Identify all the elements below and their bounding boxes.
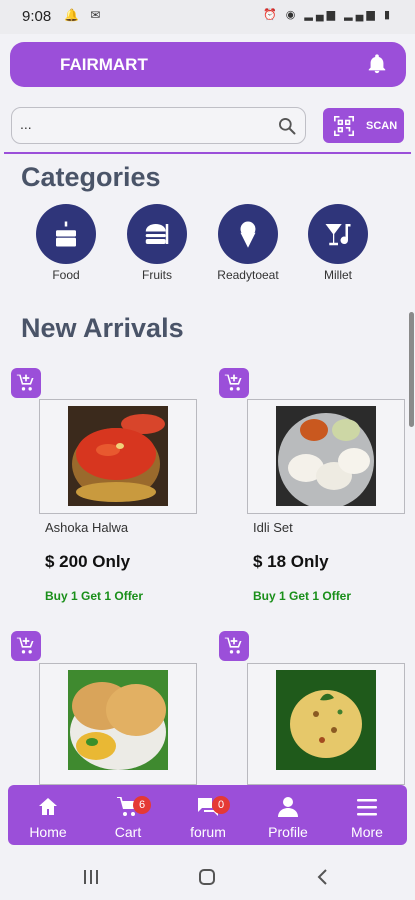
nav-profile[interactable]: Profile xyxy=(248,785,328,845)
add-to-cart-button[interactable] xyxy=(11,368,41,398)
status-bar: 9:08 🔔 ✉ ⏰ ◉ ▂▄▆ ▂▄▆ ▮ xyxy=(0,0,415,34)
search-icon[interactable] xyxy=(277,116,297,136)
cake-icon xyxy=(56,221,76,247)
icecream-icon xyxy=(240,221,256,248)
home-icon xyxy=(39,798,57,815)
scan-button[interactable]: SCAN xyxy=(323,108,404,143)
product-offer: Buy 1 Get 1 Offer xyxy=(45,589,144,603)
search-placeholder: ... xyxy=(20,116,32,132)
categories-title: Categories xyxy=(21,162,161,192)
category-millet[interactable]: Millet xyxy=(298,204,378,282)
search-input[interactable]: ... xyxy=(11,107,306,144)
product-card[interactable] xyxy=(247,663,405,785)
product-image-poori xyxy=(68,670,168,770)
qr-scan-icon xyxy=(334,116,354,136)
nav-label: More xyxy=(351,824,383,840)
add-cart-icon xyxy=(16,637,34,654)
nav-more[interactable]: More xyxy=(327,785,407,845)
recent-apps-icon[interactable] xyxy=(82,868,100,886)
burger-icon xyxy=(145,224,169,244)
product-image-halwa xyxy=(68,406,168,506)
product-name: Ashoka Halwa xyxy=(45,520,129,535)
product-price: $ 200 Only xyxy=(45,552,131,571)
new-arrivals-title: New Arrivals xyxy=(21,313,184,343)
cart-badge: 6 xyxy=(133,796,151,814)
brand-title: FAIRMART xyxy=(60,55,148,74)
nav-cart[interactable]: 6 Cart xyxy=(88,785,168,845)
add-cart-icon xyxy=(224,374,242,391)
product-name: Idli Set xyxy=(253,520,293,535)
product-card[interactable] xyxy=(39,399,197,514)
product-card[interactable] xyxy=(39,663,197,785)
bell-icon[interactable] xyxy=(366,52,388,76)
menu-icon xyxy=(357,799,377,816)
scan-label: SCAN xyxy=(366,120,398,132)
product-price: $ 18 Only xyxy=(253,552,329,571)
add-cart-icon xyxy=(224,637,242,654)
add-to-cart-button[interactable] xyxy=(219,368,249,398)
scrollbar[interactable] xyxy=(409,312,414,427)
nav-home[interactable]: Home xyxy=(8,785,88,845)
category-readytoeat[interactable]: Readytoeat xyxy=(208,204,288,282)
nav-label: Cart xyxy=(114,824,142,840)
product-card[interactable] xyxy=(247,399,405,514)
category-food[interactable]: Food xyxy=(26,204,106,282)
add-to-cart-button[interactable] xyxy=(11,631,41,661)
add-cart-icon xyxy=(16,374,34,391)
forum-badge: 0 xyxy=(212,796,230,814)
category-label: Fruits xyxy=(142,268,172,282)
header-divider xyxy=(4,152,411,154)
cocktail-icon xyxy=(325,224,351,246)
category-label: Readytoeat xyxy=(217,268,279,282)
product-image-idli xyxy=(276,406,376,506)
system-status-icons: ⏰ ◉ ▂▄▆ ▂▄▆ ▮ xyxy=(263,9,393,21)
product-image-upma xyxy=(276,670,376,770)
add-to-cart-button[interactable] xyxy=(219,631,249,661)
nav-label: forum xyxy=(190,824,226,840)
category-label: Millet xyxy=(323,268,352,282)
product-offer: Buy 1 Get 1 Offer xyxy=(253,589,352,603)
bottom-navigation: Home 6 Cart 0 forum Profile More xyxy=(8,785,407,845)
home-system-icon[interactable] xyxy=(198,868,216,886)
system-navigation-bar xyxy=(0,852,415,900)
nav-label: Home xyxy=(29,824,67,840)
category-label: Food xyxy=(52,268,80,282)
nav-label: Profile xyxy=(268,824,308,840)
person-icon xyxy=(278,797,298,817)
nav-forum[interactable]: 0 forum xyxy=(168,785,248,845)
category-fruits[interactable]: Fruits xyxy=(117,204,197,282)
status-time: 9:08 xyxy=(22,8,52,25)
app-header: FAIRMART xyxy=(10,42,406,87)
notification-icons: 🔔 ✉ xyxy=(64,8,105,22)
back-icon[interactable] xyxy=(314,868,332,886)
